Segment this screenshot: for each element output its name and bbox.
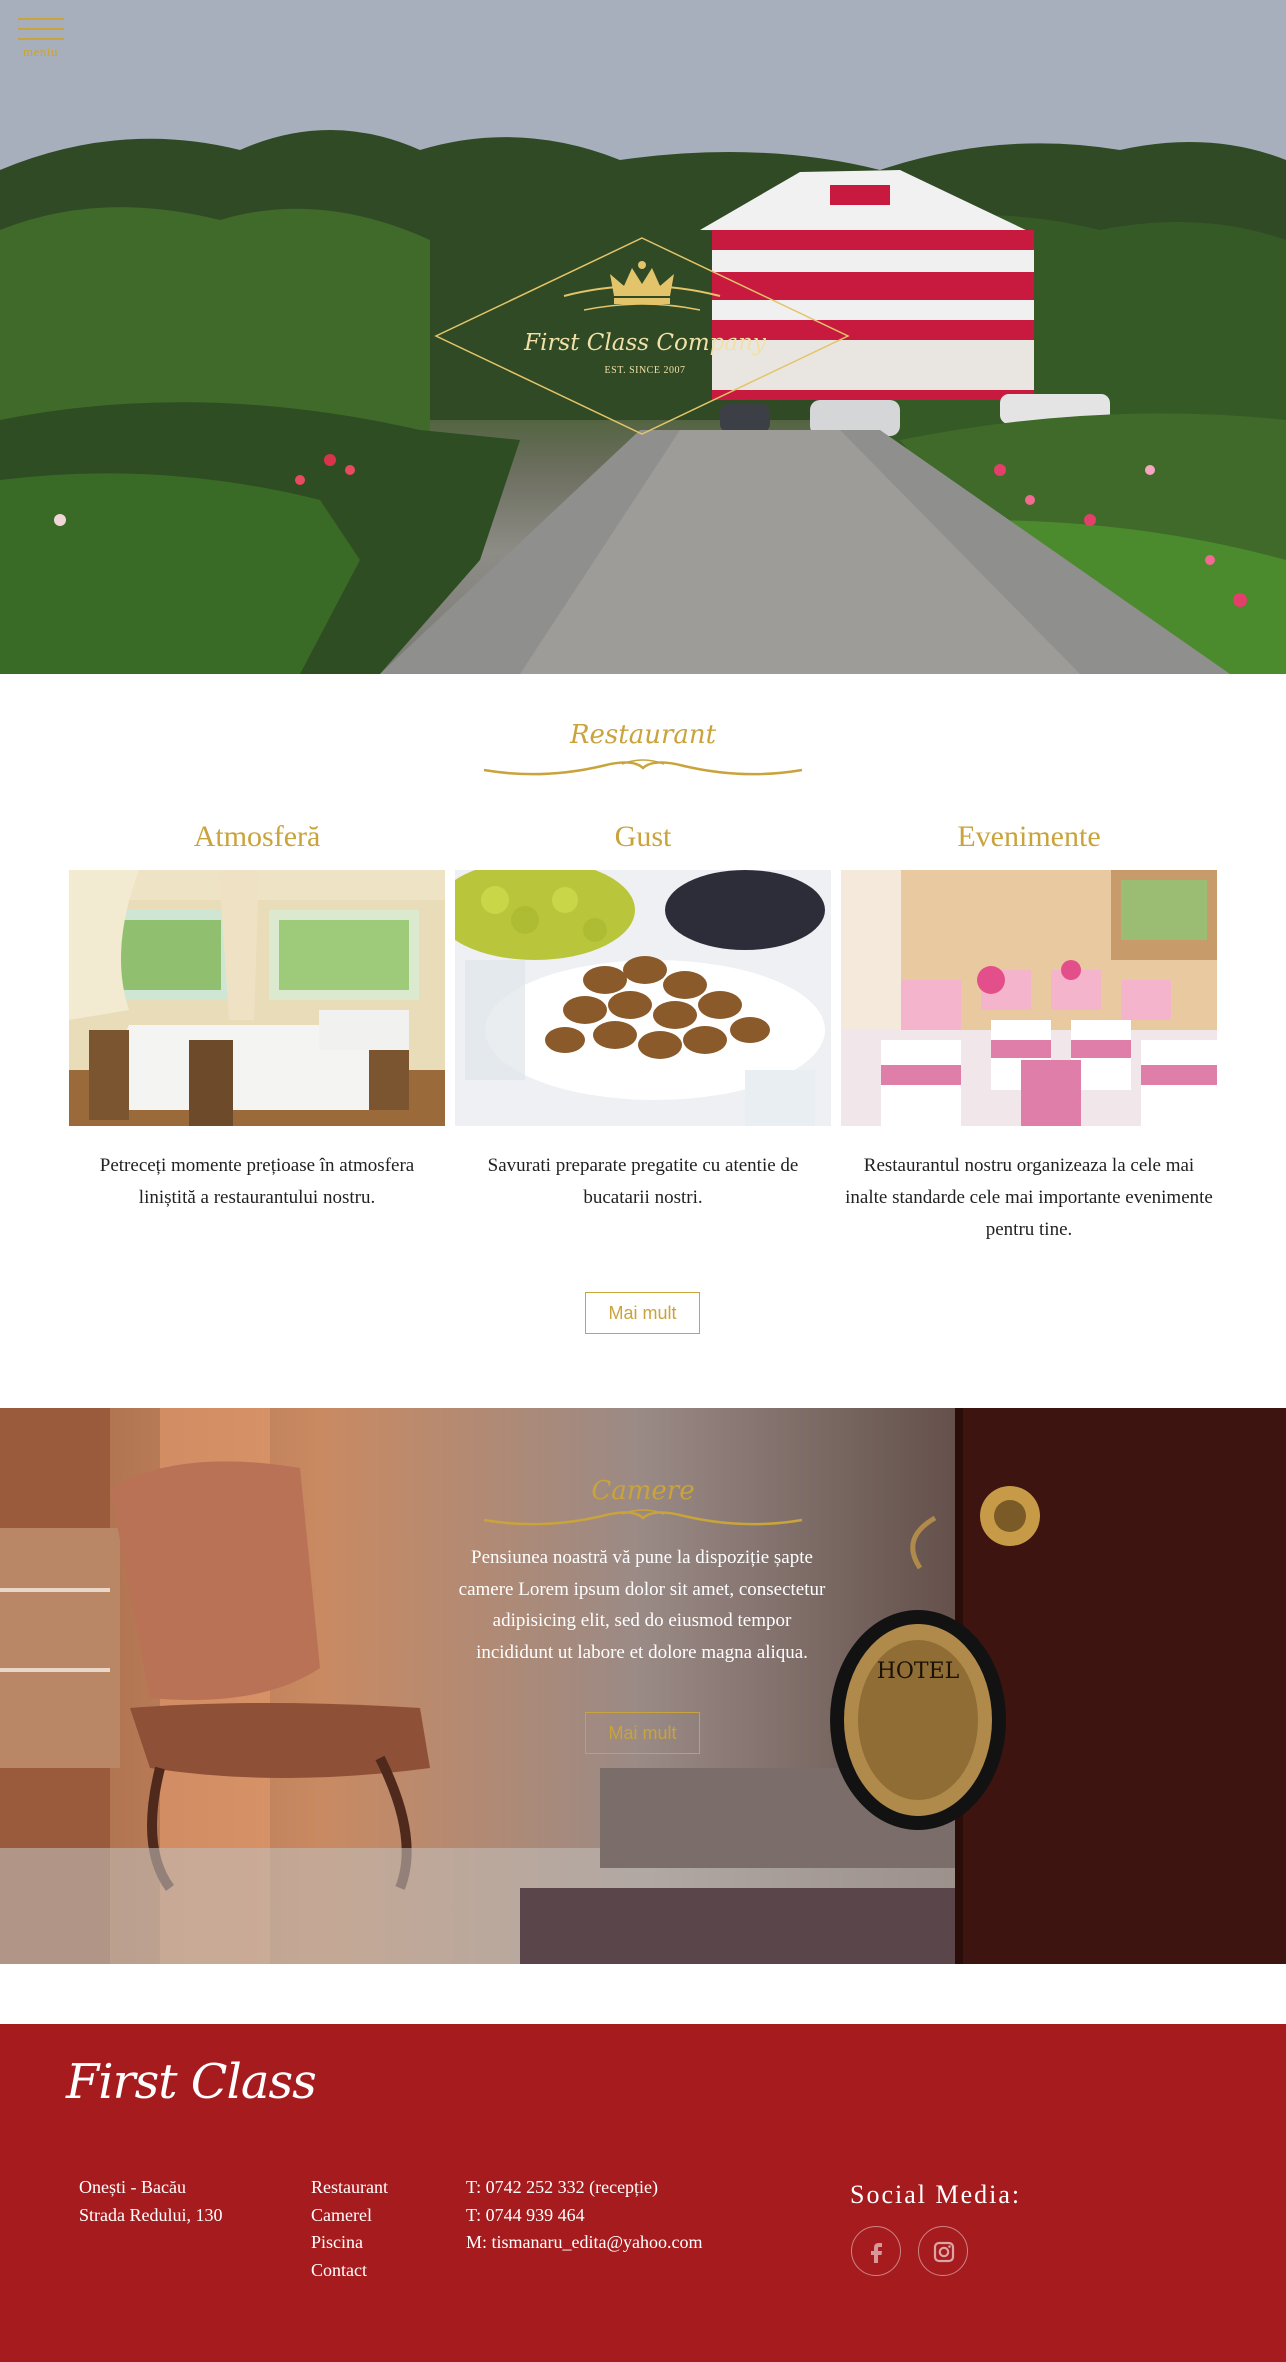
column-text-evenimente: Restaurantul nostru organizeaza la cele … [845, 1155, 1213, 1240]
rooms-title: Camere [591, 1476, 695, 1506]
menu-button[interactable]: meniu [18, 18, 66, 62]
footer-brand-logo: First Class [66, 2054, 317, 2110]
atmosphere-image [69, 870, 445, 1126]
footer-link-contact[interactable]: Contact [311, 2260, 367, 2281]
hamburger-icon [18, 18, 64, 20]
rooms-description: Pensiunea noastră vă pune la dispoziție … [458, 1547, 826, 1663]
phone-secondary: T: 0744 939 464 [466, 2205, 585, 2225]
footer-link-camere[interactable]: Camerel [311, 2205, 372, 2226]
email-link[interactable]: M: tismanaru_edita@yahoo.com [466, 2232, 703, 2253]
flourish-divider-icon [483, 1509, 803, 1526]
hero-section: meniu First Class Company EST. SINCE 200… [0, 0, 1286, 674]
column-text-atmosfera: Petreceți momente prețioase în atmosfera… [99, 1155, 415, 1208]
events-image [841, 870, 1217, 1126]
footer-link-piscina[interactable]: Piscina [311, 2232, 363, 2253]
address-line: Strada Redului, 130 [79, 2205, 223, 2225]
rooms-more-button[interactable]: Mai mult [585, 1712, 700, 1754]
phone-reception: T: 0742 252 332 (recepție) [466, 2177, 659, 2197]
column-heading-gust: Gust [614, 820, 672, 853]
column-heading-atmosfera: Atmosferă [193, 820, 321, 853]
instagram-icon[interactable] [918, 2226, 968, 2276]
facebook-icon[interactable] [851, 2226, 901, 2276]
social-media-title: Social Media: [850, 2180, 1022, 2209]
footer-link-restaurant[interactable]: Restaurant [311, 2177, 388, 2198]
svg-text:HOTEL: HOTEL [877, 1659, 960, 1684]
column-heading-evenimente: Evenimente [957, 820, 1101, 853]
restaurant-title: Restaurant [569, 720, 717, 750]
logo-title: First Class Company [524, 330, 766, 356]
restaurant-more-button[interactable]: Mai mult [585, 1292, 700, 1334]
logo-subtitle: EST. SINCE 2007 [604, 365, 686, 376]
column-text-gust: Savurati preparate pregatite cu atentie … [487, 1155, 799, 1208]
flourish-divider-icon [483, 759, 803, 776]
menu-label: meniu [23, 44, 58, 59]
address-line: Onești - Bacău [79, 2177, 186, 2197]
taste-image [455, 870, 831, 1126]
